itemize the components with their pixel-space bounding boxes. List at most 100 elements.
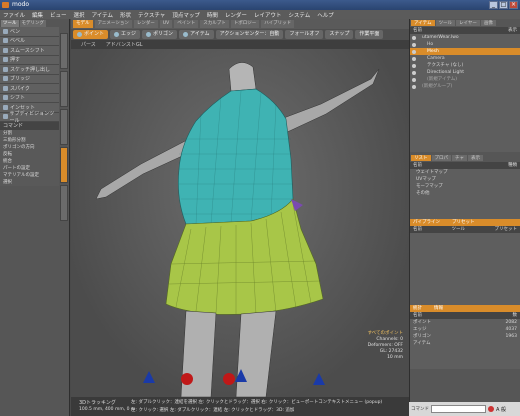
tab-tools[interactable]: ツール	[435, 20, 456, 26]
tab-animation[interactable]: アニメーション	[94, 20, 132, 28]
tab-hybrid[interactable]: ハイブリッド	[261, 20, 295, 28]
menu-edit[interactable]: 編集	[32, 11, 43, 19]
minimize-button[interactable]: _	[489, 1, 498, 9]
falloff-dropdown[interactable]: フォールオフ	[285, 30, 324, 39]
ime-tray[interactable]: A 般	[488, 406, 506, 413]
menu-texture[interactable]: テクスチャ	[138, 11, 165, 19]
tab-pipeline[interactable]: パイプライン	[413, 219, 440, 226]
visibility-eye-icon[interactable]	[412, 42, 416, 47]
tab-statistics[interactable]: 統計	[413, 305, 422, 312]
tab-images[interactable]: 画像	[480, 20, 496, 26]
close-button[interactable]: ×	[509, 1, 518, 9]
stats-row[interactable]: アイテム	[410, 340, 520, 347]
visibility-eye-icon[interactable]	[412, 35, 416, 40]
tab-model[interactable]: モデル	[73, 20, 93, 28]
menu-system[interactable]: システム	[288, 11, 310, 19]
pivot-marker[interactable]	[223, 373, 235, 385]
visibility-eye-icon[interactable]	[412, 70, 416, 75]
side-tab-duplicate[interactable]	[60, 109, 68, 145]
tool-shift[interactable]: シフト	[0, 93, 59, 103]
tab-paint[interactable]: ペイント	[174, 20, 199, 28]
command-item[interactable]: マテリアルの設定	[0, 172, 59, 179]
mode-polygon-button[interactable]: ポリゴン	[142, 30, 178, 39]
tool-bridge[interactable]: ブリッジ	[0, 74, 59, 84]
menu-geometry[interactable]: 形状	[120, 11, 131, 19]
tab-channels[interactable]: チャ	[452, 155, 467, 161]
tree-item[interactable]: Mesh	[410, 48, 520, 55]
tool-bevel[interactable]: ベベル	[0, 36, 59, 46]
view-type-dropdown[interactable]: パース	[81, 41, 96, 48]
command-item[interactable]: 統合	[0, 158, 59, 165]
action-center-dropdown[interactable]: アクションセンター：自動	[215, 30, 284, 39]
tab-render[interactable]: レンダー	[133, 20, 158, 28]
command-item[interactable]: ポリゴンの方向	[0, 144, 59, 151]
menu-item[interactable]: アイテム	[92, 11, 113, 19]
side-tab-curve[interactable]	[60, 185, 68, 221]
shading-dropdown[interactable]: アドバンストGL	[106, 41, 143, 48]
mode-item-button[interactable]: アイテム	[179, 30, 214, 39]
menu-render[interactable]: レンダー	[225, 11, 247, 19]
menu-time[interactable]: 時間	[207, 11, 218, 19]
mode-edge-button[interactable]: エッジ	[110, 30, 141, 39]
mode-point-button[interactable]: ポイント	[73, 30, 109, 39]
tool-pen[interactable]: ベン	[0, 27, 59, 37]
bone-marker[interactable]	[313, 373, 325, 385]
stats-row[interactable]: ポイント 2082	[410, 319, 520, 326]
menu-view[interactable]: ビュー	[50, 11, 67, 19]
side-tab-deform[interactable]	[60, 71, 68, 107]
visibility-eye-icon[interactable]	[412, 56, 416, 61]
tool-subdivision[interactable]: サブディビジョンツール	[0, 111, 59, 124]
tree-item[interactable]: Camera	[410, 55, 520, 62]
command-item[interactable]: 分割	[0, 130, 59, 137]
stats-row[interactable]: エッジ 4037	[410, 326, 520, 333]
menu-select[interactable]: 選択	[74, 11, 85, 19]
tab-list[interactable]: リスト	[411, 155, 431, 161]
menu-vertex-map[interactable]: 頂点マップ	[172, 11, 200, 19]
pivot-marker[interactable]	[181, 373, 193, 385]
tab-uv[interactable]: UV	[159, 20, 173, 28]
tree-item[interactable]: (新規アイテム)	[410, 76, 520, 83]
tab-items[interactable]: アイテム	[411, 20, 435, 26]
visibility-eye-icon[interactable]	[412, 84, 416, 89]
menu-help[interactable]: ヘルプ	[317, 11, 334, 19]
tree-item[interactable]: Directional Light	[410, 69, 520, 76]
snap-dropdown[interactable]: スナップ	[325, 30, 354, 39]
command-input[interactable]	[431, 405, 486, 413]
work-plane-dropdown[interactable]: 作業平面	[355, 30, 384, 39]
tab-presets[interactable]: プリセット	[452, 219, 475, 226]
tool-spike[interactable]: スパイク	[0, 84, 59, 94]
tool-push[interactable]: 押す	[0, 55, 59, 65]
command-item[interactable]: 選択	[0, 179, 59, 186]
command-item[interactable]: パートの設定	[0, 165, 59, 172]
command-item[interactable]: 反転	[0, 151, 59, 158]
tab-layers[interactable]: レイヤー	[456, 20, 480, 26]
tab-sculpt[interactable]: スカルプト	[200, 20, 229, 28]
side-tab-polygon[interactable]	[60, 147, 68, 183]
menu-layout[interactable]: レイアウト	[254, 11, 282, 19]
tree-item[interactable]: (新規グループ)	[410, 83, 520, 90]
visibility-eye-icon[interactable]	[412, 63, 416, 68]
maximize-button[interactable]: □	[499, 1, 508, 9]
tab-info[interactable]: 情報	[434, 305, 443, 312]
stats-row[interactable]: ポリゴン 1963	[410, 333, 520, 340]
visibility-eye-icon[interactable]	[412, 77, 416, 82]
list-item[interactable]: UVマップ	[410, 176, 520, 183]
3d-viewport[interactable]: すべてのポイント Channels: 0 Deformers: OFF GL: …	[71, 49, 409, 397]
list-item[interactable]: その他	[410, 190, 520, 197]
tab-topology[interactable]: トポロジー	[230, 20, 260, 28]
tree-item[interactable]: テクスチャ (なし)	[410, 62, 520, 69]
tree-item[interactable]: Ho	[410, 41, 520, 48]
side-tab-basic[interactable]	[60, 33, 68, 69]
bone-marker[interactable]	[143, 371, 155, 383]
tree-item[interactable]: utamerWear.lwo	[410, 34, 520, 41]
tab-properties[interactable]: プロパ	[431, 155, 451, 161]
list-item[interactable]: モーフマップ	[410, 183, 520, 190]
tool-smooth-shift[interactable]: スムースシフト	[0, 46, 59, 56]
menu-file[interactable]: ファイル	[3, 11, 25, 19]
tool-sketch-extrude[interactable]: スケッチ押し出し	[0, 65, 59, 75]
tab-tools[interactable]: ツール	[1, 20, 19, 27]
tab-display[interactable]: 表示	[467, 155, 483, 161]
tab-modeling[interactable]: モデリング	[19, 20, 46, 27]
list-item[interactable]: ウェイトマップ	[410, 169, 520, 176]
visibility-eye-icon[interactable]	[412, 49, 416, 54]
